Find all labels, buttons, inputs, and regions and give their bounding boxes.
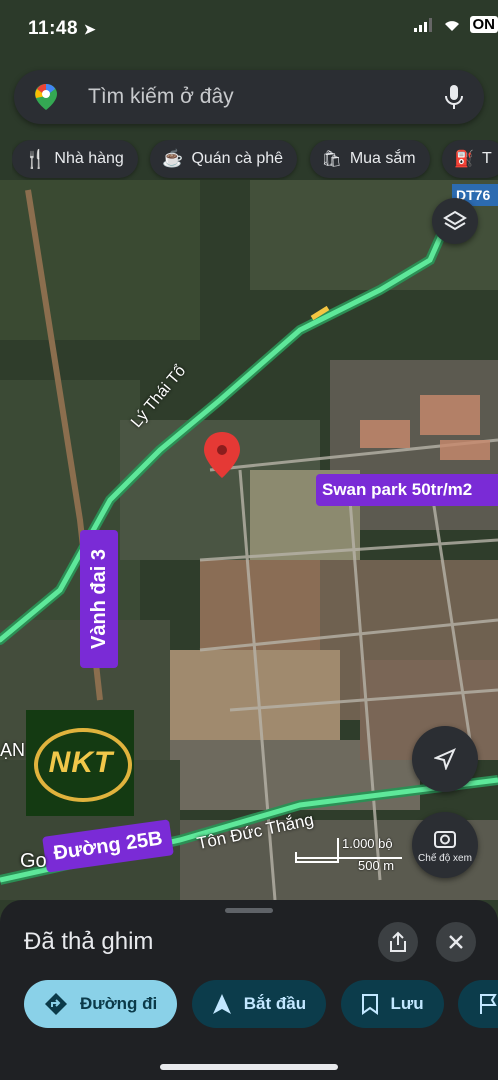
chip-coffee[interactable]: ☕ Quán cà phê — [150, 140, 298, 178]
action-buttons-row: Đường đi Bắt đầu Lưu T — [24, 980, 498, 1030]
sheet-drag-handle[interactable] — [225, 908, 273, 913]
directions-icon — [45, 993, 67, 1015]
microphone-icon[interactable] — [442, 83, 466, 111]
location-arrow-icon — [434, 748, 456, 770]
share-button[interactable] — [378, 922, 418, 962]
home-indicator[interactable] — [160, 1064, 338, 1070]
scale-metric: 500 m — [358, 858, 395, 873]
carrier-text: ON — [469, 16, 498, 33]
coffee-icon: ☕ — [162, 149, 184, 168]
label-swan-park: Swan park 50tr/m2 — [316, 474, 498, 506]
status-bar: 11:48 ➤ ON — [0, 0, 498, 60]
label-vanh-dai-3: Vành đai 3 — [80, 530, 118, 668]
gas-station-icon: ⛽ — [454, 151, 474, 168]
view-mode-button[interactable]: Chế độ xem — [412, 812, 478, 878]
directions-button[interactable]: Đường đi — [24, 980, 178, 1028]
share-icon — [390, 931, 406, 952]
status-indicators: ON — [413, 16, 498, 33]
google-maps-logo-icon — [35, 84, 57, 110]
restaurant-icon: 🍴 — [24, 148, 47, 169]
status-time: 11:48 ➤ — [28, 18, 97, 39]
view-mode-label: Chế độ xem — [418, 852, 472, 864]
location-arrow-icon: ➤ — [83, 21, 97, 37]
save-button[interactable]: Lưu — [340, 980, 444, 1028]
camera-view-icon — [434, 830, 456, 848]
my-location-button[interactable] — [412, 726, 478, 792]
edge-text-an: ẠN — [0, 740, 26, 760]
chip-gas[interactable]: ⛽ T — [442, 140, 498, 178]
search-input[interactable]: Tìm kiếm ở đây — [88, 85, 442, 109]
nkt-logo: NKT — [26, 710, 134, 816]
sheet-title: Đã thả ghim — [24, 928, 154, 955]
search-bar[interactable]: Tìm kiếm ở đây — [14, 70, 484, 124]
signal-icon — [413, 17, 432, 32]
chip-shopping[interactable]: 🛍 Mua sắm — [309, 140, 430, 178]
close-icon — [449, 935, 463, 949]
edge-text-go: Go — [20, 850, 47, 872]
start-button[interactable]: Bắt đầu — [191, 980, 327, 1028]
flag-icon — [480, 994, 497, 1014]
label-button[interactable]: T — [458, 980, 498, 1028]
chip-restaurants[interactable]: 🍴 Nhà hàng — [12, 140, 138, 178]
scale-imperial: 1.000 bộ — [342, 836, 393, 851]
bookmark-icon — [361, 994, 378, 1015]
place-bottom-sheet[interactable]: Đã thả ghim Đường đi Bắt đầu Lưu — [0, 900, 498, 1080]
category-chips: 🍴 Nhà hàng ☕ Quán cà phê 🛍 Mua sắm ⛽ T — [12, 140, 498, 180]
navigation-arrow-icon — [212, 994, 231, 1014]
wifi-icon — [444, 20, 459, 31]
close-button[interactable] — [436, 922, 476, 962]
shopping-bag-icon: 🛍 — [321, 151, 342, 168]
layers-icon — [443, 210, 467, 231]
layers-button[interactable] — [432, 198, 478, 244]
